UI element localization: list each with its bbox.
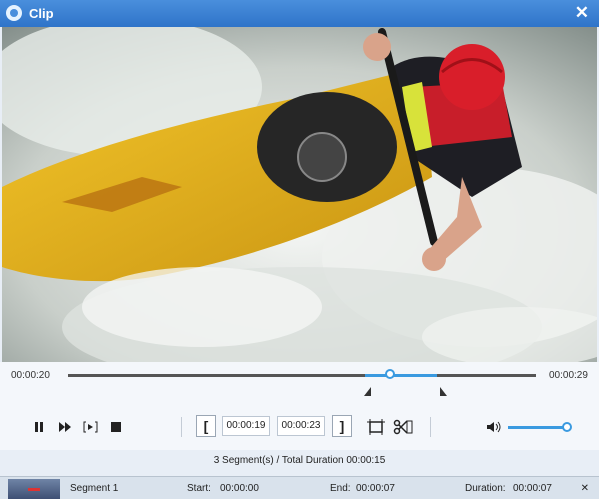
segment-start: 00:00:00 bbox=[220, 483, 259, 494]
set-end-button[interactable]: ] bbox=[332, 415, 352, 437]
stop-icon bbox=[111, 422, 121, 432]
segment-end: 00:00:07 bbox=[356, 483, 395, 494]
controls-bar: [ 00:00:19 00:00:23 ] bbox=[0, 404, 599, 450]
segment-summary: 3 Segment(s) / Total Duration 00:00:15 bbox=[213, 455, 386, 466]
close-button[interactable]: ✕ bbox=[575, 3, 589, 23]
segment-start-label: Start: bbox=[187, 483, 211, 494]
selected-range bbox=[365, 374, 437, 377]
volume-icon bbox=[487, 421, 501, 433]
volume-slider[interactable] bbox=[508, 426, 566, 429]
scissors-icon bbox=[393, 419, 413, 435]
volume-handle[interactable] bbox=[562, 422, 572, 432]
start-time-field[interactable]: 00:00:19 bbox=[222, 416, 270, 436]
divider bbox=[181, 417, 182, 437]
segment-row[interactable]: Segment 1 Start: 00:00:00 End: 00:00:07 … bbox=[0, 476, 599, 499]
video-frame bbox=[2, 27, 597, 362]
pause-icon bbox=[35, 422, 43, 432]
end-marker-handle[interactable] bbox=[440, 387, 447, 396]
next-frame-button[interactable] bbox=[82, 419, 100, 435]
segment-duration-label: Duration: bbox=[465, 483, 506, 494]
fast-forward-button[interactable] bbox=[57, 419, 73, 435]
app-logo-icon bbox=[6, 5, 22, 21]
crop-icon bbox=[367, 419, 385, 435]
segment-end-label: End: bbox=[330, 483, 351, 494]
crop-button[interactable] bbox=[366, 419, 386, 435]
seek-track[interactable] bbox=[68, 374, 536, 377]
fast-forward-icon bbox=[59, 422, 71, 432]
segment-thumbnail bbox=[8, 479, 60, 499]
next-frame-icon bbox=[83, 421, 98, 433]
title-bar: Clip ✕ bbox=[0, 0, 599, 27]
divider bbox=[430, 417, 431, 437]
timeline: 00:00:20 00:00:29 bbox=[0, 362, 599, 405]
video-preview[interactable] bbox=[2, 27, 597, 362]
window-title: Clip bbox=[29, 6, 54, 21]
volume-button[interactable] bbox=[485, 419, 503, 435]
pause-button[interactable] bbox=[32, 419, 46, 435]
set-start-button[interactable]: [ bbox=[196, 415, 216, 437]
end-time-field[interactable]: 00:00:23 bbox=[277, 416, 325, 436]
split-button[interactable] bbox=[392, 419, 414, 435]
segment-duration: 00:00:07 bbox=[513, 483, 552, 494]
start-marker-handle[interactable] bbox=[364, 387, 371, 396]
delete-segment-button[interactable]: ✕ bbox=[581, 483, 589, 494]
stop-button[interactable] bbox=[109, 419, 123, 435]
segment-name: Segment 1 bbox=[70, 483, 119, 494]
playhead-handle[interactable] bbox=[385, 369, 395, 379]
current-time: 00:00:20 bbox=[11, 370, 50, 381]
end-time: 00:00:29 bbox=[549, 370, 588, 381]
